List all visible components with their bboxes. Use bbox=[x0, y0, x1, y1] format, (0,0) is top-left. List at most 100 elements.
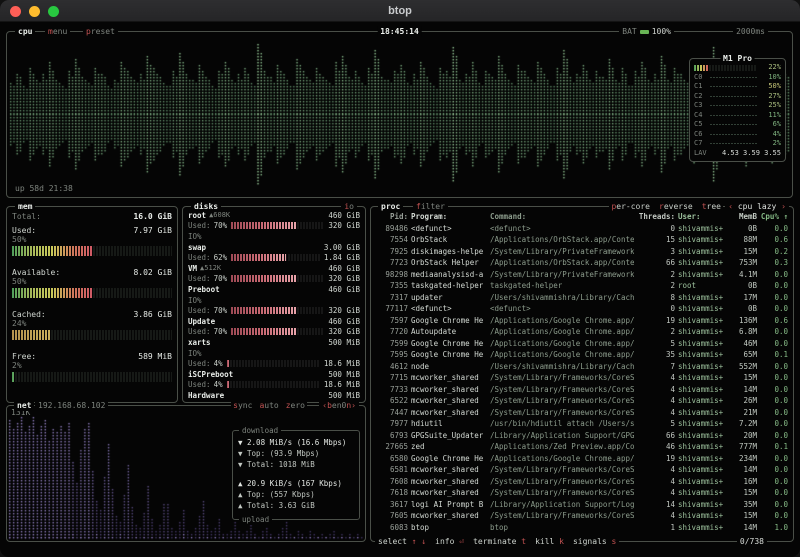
process-row[interactable]: 6581mcworker_shared/System/Library/Frame… bbox=[376, 464, 788, 476]
core-row: C64% bbox=[694, 130, 781, 139]
disk-meter bbox=[227, 381, 320, 388]
disks-io-toggle[interactable]: io bbox=[341, 201, 357, 212]
process-row[interactable]: 7723OrbStack Helper/Applications/OrbStac… bbox=[376, 257, 788, 269]
process-name: logi AI Prompt B bbox=[411, 499, 487, 511]
process-pid: 27665 bbox=[376, 441, 408, 453]
proc-column-header[interactable]: Threads: bbox=[637, 211, 675, 223]
zoom-button[interactable] bbox=[48, 6, 59, 17]
hint-terminate[interactable]: terminate t bbox=[473, 536, 526, 547]
cpu-box-title[interactable]: cpu bbox=[15, 26, 35, 37]
proc-column-header[interactable]: Command: bbox=[490, 211, 634, 223]
process-row[interactable]: 7925diskimages-helpe/System/Library/Priv… bbox=[376, 246, 788, 258]
process-mem: 0B bbox=[727, 223, 757, 235]
mem-metric-percent: 50% bbox=[12, 235, 172, 245]
proc-box-title[interactable]: proc bbox=[378, 201, 403, 212]
sort-prev-icon[interactable]: ‹ bbox=[728, 202, 738, 211]
sort-next-icon[interactable]: › bbox=[776, 202, 786, 211]
net-button-auto[interactable]: auto bbox=[259, 400, 278, 411]
battery-label: BAT bbox=[622, 27, 636, 36]
core-label: C4 bbox=[694, 111, 707, 120]
process-row[interactable]: 7554OrbStack/Applications/OrbStack.app/C… bbox=[376, 234, 788, 246]
process-row[interactable]: 7618mcworker_shared/System/Library/Frame… bbox=[376, 487, 788, 499]
process-row[interactable]: 7715mcworker_shared/System/Library/Frame… bbox=[376, 372, 788, 384]
net-box-title[interactable]: net bbox=[14, 400, 34, 411]
process-name: hdiutil bbox=[411, 418, 487, 430]
hint-select[interactable]: select ↑ ↓ bbox=[378, 536, 426, 547]
process-row[interactable]: 77117<defunct><defunct>0shivammis+0B0.0 bbox=[376, 303, 788, 315]
process-mem: 14M bbox=[727, 384, 757, 396]
minimize-button[interactable] bbox=[29, 6, 40, 17]
process-cpu: 0.0 bbox=[760, 303, 788, 315]
proc-option-reverse[interactable]: reverse bbox=[659, 201, 693, 212]
process-row[interactable]: 27665zed/Applications/Zed Preview.app/Co… bbox=[376, 441, 788, 453]
process-cpu: 0.0 bbox=[760, 384, 788, 396]
hint-signals[interactable]: signals s bbox=[573, 536, 616, 547]
hint-kill[interactable]: kill k bbox=[535, 536, 564, 547]
mem-box-title[interactable]: mem bbox=[15, 201, 35, 212]
process-cpu: 0.6 bbox=[760, 315, 788, 327]
proc-column-header[interactable]: Program: bbox=[411, 211, 487, 223]
menu-button[interactable]: menu bbox=[45, 26, 70, 37]
net-button-sync[interactable]: sync bbox=[233, 400, 252, 411]
proc-column-header[interactable]: MemB bbox=[727, 211, 757, 223]
proc-column-header[interactable]: Cpu% ↑ bbox=[760, 211, 788, 223]
process-row[interactable]: 3617logi AI Prompt B/Library/Application… bbox=[376, 499, 788, 511]
process-row[interactable]: 89486<defunct><defunct>0shivammis+0B0.0 bbox=[376, 223, 788, 235]
update-interval[interactable]: 2000ms bbox=[733, 26, 768, 37]
process-user: root bbox=[678, 280, 724, 292]
process-command: /System/Library/Frameworks/CoreServi bbox=[490, 372, 634, 384]
process-name: GPGSuite_Updater bbox=[411, 430, 487, 442]
hotkey-letter: p bbox=[86, 27, 91, 36]
hint-info[interactable]: info ⏎ bbox=[435, 536, 464, 547]
proc-sort-label: cpu lazy bbox=[738, 202, 777, 211]
hotkey-letter: p bbox=[611, 202, 616, 211]
process-user: shivammis+ bbox=[678, 349, 724, 361]
process-row[interactable]: 4612node/Users/shivammishra/Library/Cach… bbox=[376, 361, 788, 373]
process-row[interactable]: 6522mcworker_shared/System/Library/Frame… bbox=[376, 395, 788, 407]
net-button-zero[interactable]: zero bbox=[286, 400, 305, 411]
process-user: shivammis+ bbox=[678, 395, 724, 407]
disk-io-label: IO% bbox=[188, 232, 202, 241]
disk-meter bbox=[227, 360, 320, 367]
process-cpu: 0.0 bbox=[760, 395, 788, 407]
process-user: shivammis+ bbox=[678, 407, 724, 419]
disk-name: Hardware bbox=[188, 391, 224, 400]
process-row[interactable]: 6580Google Chrome He/Applications/Google… bbox=[376, 453, 788, 465]
filter-button[interactable]: filter bbox=[413, 201, 448, 212]
preset-button[interactable]: preset bbox=[83, 26, 118, 37]
hint-label: kill bbox=[535, 537, 554, 546]
process-row[interactable]: 7720Autoupdate/Applications/Google Chrom… bbox=[376, 326, 788, 338]
process-row[interactable]: 98298mediaanalysisd-a/System/Library/Pri… bbox=[376, 269, 788, 281]
core-graph bbox=[710, 94, 757, 99]
process-user: shivammis+ bbox=[678, 361, 724, 373]
process-row[interactable]: 7355taskgated-helpertaskgated-helper2roo… bbox=[376, 280, 788, 292]
disks-box-title[interactable]: disks bbox=[191, 201, 221, 212]
process-command: /System/Library/Frameworks/CoreServi bbox=[490, 464, 634, 476]
process-row[interactable]: 7595Google Chrome He/Applications/Google… bbox=[376, 349, 788, 361]
process-row[interactable]: 6083btopbtop1shivammis+14M1.0 bbox=[376, 522, 788, 534]
hint-key: ⏎ bbox=[454, 537, 464, 546]
process-row[interactable]: 7608mcworker_shared/System/Library/Frame… bbox=[376, 476, 788, 488]
process-pid: 7605 bbox=[376, 510, 408, 522]
titlebar: btop bbox=[0, 0, 800, 22]
process-row[interactable]: 7597Google Chrome He/Applications/Google… bbox=[376, 315, 788, 327]
process-row[interactable]: 7605mcworker_shared/System/Library/Frame… bbox=[376, 510, 788, 522]
proc-sort-selector[interactable]: ‹ cpu lazy › bbox=[725, 201, 789, 212]
process-row[interactable]: 7733mcworker_shared/System/Library/Frame… bbox=[376, 384, 788, 396]
close-button[interactable] bbox=[10, 6, 21, 17]
disk-used-row: Used:4%18.6 MiB bbox=[188, 380, 360, 391]
process-row[interactable]: 6793GPGSuite_Updater/Library/Application… bbox=[376, 430, 788, 442]
net-interface-selector[interactable]: ‹ben0n› bbox=[319, 400, 359, 411]
process-row[interactable]: 7317updater/Users/shivammishra/Library/C… bbox=[376, 292, 788, 304]
process-row[interactable]: 7599Google Chrome He/Applications/Google… bbox=[376, 338, 788, 350]
process-row[interactable]: 7447mcworker_shared/System/Library/Frame… bbox=[376, 407, 788, 419]
proc-column-header[interactable]: Pid: bbox=[376, 211, 408, 223]
iface-prev-key[interactable]: ‹b bbox=[322, 401, 332, 410]
proc-column-header[interactable]: User: bbox=[678, 211, 724, 223]
proc-option-tree[interactable]: tree bbox=[702, 201, 721, 212]
process-row[interactable]: 7977hdiutil/usr/bin/hdiutil attach /User… bbox=[376, 418, 788, 430]
disk-io-label: IO% bbox=[188, 349, 202, 358]
iface-next-key[interactable]: n› bbox=[346, 401, 356, 410]
disk-meter bbox=[231, 328, 324, 335]
proc-option-per-core[interactable]: per-core bbox=[611, 201, 650, 212]
